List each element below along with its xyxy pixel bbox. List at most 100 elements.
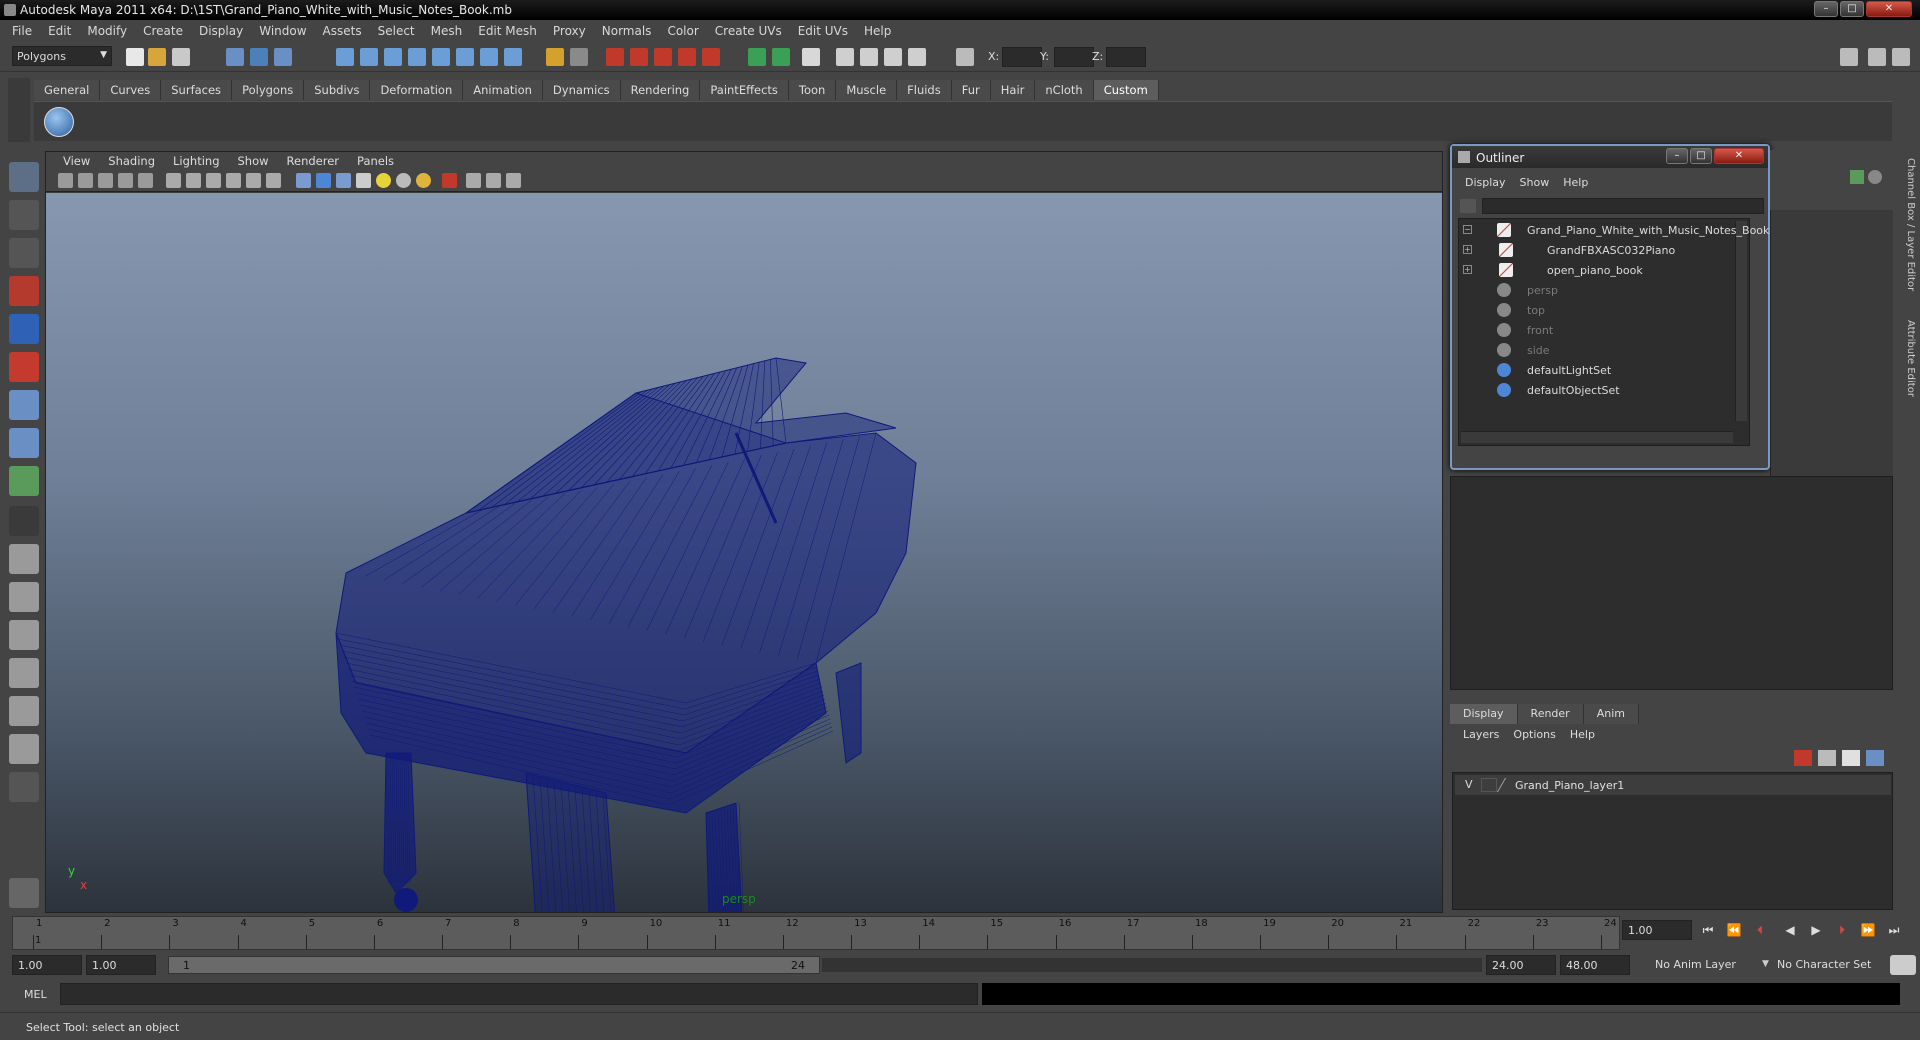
menu-assets[interactable]: Assets: [315, 24, 370, 38]
single-pane-layout-icon[interactable]: [9, 544, 39, 574]
shadows-icon[interactable]: [416, 173, 431, 188]
menu-file[interactable]: File: [4, 24, 40, 38]
custom-shelf-check-icon[interactable]: [44, 107, 74, 137]
shelf-tab-polygons[interactable]: Polygons: [232, 80, 305, 100]
panel-layout-icon[interactable]: [1840, 48, 1858, 66]
wireframe-icon[interactable]: [296, 173, 311, 188]
wireframe-on-shaded-icon[interactable]: [336, 173, 351, 188]
image-plane-icon[interactable]: [118, 173, 133, 188]
viewport-canvas[interactable]: persp y x: [46, 193, 1442, 912]
shelf-tab-general[interactable]: General: [34, 80, 101, 100]
menu-select[interactable]: Select: [370, 24, 423, 38]
construction-history-icon[interactable]: [570, 48, 588, 66]
more-layouts-icon[interactable]: [9, 772, 39, 802]
shelf-tab-ncloth[interactable]: nCloth: [1035, 80, 1094, 100]
shelf-tab-toon[interactable]: Toon: [788, 80, 837, 100]
sidebar-toggle-icon[interactable]: [802, 48, 820, 66]
four-pane-layout-icon[interactable]: [9, 582, 39, 612]
snap-live-icon[interactable]: [456, 48, 474, 66]
shelf-tab-fur[interactable]: Fur: [951, 80, 991, 100]
menu-edit-mesh[interactable]: Edit Mesh: [470, 24, 545, 38]
outliner-item[interactable]: − Grand_Piano_White_with_Music_Notes_Book: [1459, 221, 1769, 239]
outliner-close-button[interactable]: ✕: [1714, 148, 1764, 164]
outliner-item[interactable]: defaultLightSet: [1459, 361, 1749, 379]
save-scene-icon[interactable]: [172, 48, 190, 66]
menu-create[interactable]: Create: [135, 24, 191, 38]
attribute-editor-tab[interactable]: Attribute Editor: [1898, 320, 1916, 397]
layer-tab-anim[interactable]: Anim: [1583, 704, 1639, 724]
shelf-tab-muscle[interactable]: Muscle: [836, 80, 898, 100]
outliner-menu-display[interactable]: Display: [1458, 176, 1513, 189]
animation-start-input[interactable]: 1.00: [12, 955, 82, 975]
menu-set-selector[interactable]: Polygons ▼: [12, 46, 112, 66]
layer-menu-help[interactable]: Help: [1563, 728, 1602, 741]
play-backwards-icon[interactable]: ◀: [1782, 923, 1798, 939]
last-tool-icon[interactable]: [9, 466, 39, 496]
outliner-title-bar[interactable]: Outliner – □ ✕: [1452, 146, 1768, 168]
expand-icon[interactable]: +: [1463, 265, 1472, 274]
outliner-window[interactable]: Outliner – □ ✕ Display Show Help − Grand_…: [1450, 144, 1770, 470]
maximize-button[interactable]: □: [1840, 1, 1864, 17]
animation-end-input[interactable]: 48.00: [1560, 955, 1630, 975]
lock-icon[interactable]: [546, 48, 564, 66]
film-gate-icon[interactable]: [166, 173, 181, 188]
snap-curve-icon[interactable]: [360, 48, 378, 66]
viewport-renderer-icon[interactable]: [506, 173, 521, 188]
menu-mesh[interactable]: Mesh: [423, 24, 471, 38]
channel-box-toggle-icon[interactable]: [836, 48, 854, 66]
channel-box-layer-editor-tab[interactable]: Channel Box / Layer Editor: [1898, 158, 1916, 291]
menu-edit[interactable]: Edit: [40, 24, 79, 38]
snap-point-icon[interactable]: [384, 48, 402, 66]
layer-move-down-icon[interactable]: [1866, 750, 1884, 766]
outliner-tree[interactable]: − Grand_Piano_White_with_Music_Notes_Book…: [1458, 218, 1769, 446]
shelf-tab-painteffects[interactable]: PaintEffects: [700, 80, 789, 100]
resolution-gate-icon[interactable]: [186, 173, 201, 188]
viewport-menu-renderer[interactable]: Renderer: [278, 154, 349, 168]
gate-mask-icon[interactable]: [206, 173, 221, 188]
absolute-transform-icon[interactable]: [772, 48, 790, 66]
outliner-menu-help[interactable]: Help: [1556, 176, 1595, 189]
select-tool-icon[interactable]: [9, 162, 39, 192]
command-input[interactable]: [60, 983, 978, 1005]
render-view-icon[interactable]: [702, 48, 720, 66]
history-icon[interactable]: [480, 48, 498, 66]
outliner-layout-icon[interactable]: [9, 620, 39, 650]
go-to-start-icon[interactable]: ⏮: [1700, 923, 1716, 939]
shelf-tab-hair[interactable]: Hair: [990, 80, 1036, 100]
manipulator-tool-icon[interactable]: [9, 390, 39, 420]
layer-options-icon[interactable]: [1868, 170, 1882, 184]
character-set-selector[interactable]: No Character Set: [1772, 955, 1882, 975]
camera-select-icon[interactable]: [58, 173, 73, 188]
command-language-label[interactable]: MEL: [24, 988, 47, 1001]
layer-tab-render[interactable]: Render: [1517, 704, 1584, 724]
filter-icon[interactable]: [1460, 199, 1476, 213]
play-forwards-icon[interactable]: ▶: [1808, 923, 1824, 939]
textured-icon[interactable]: [356, 173, 371, 188]
open-scene-icon[interactable]: [148, 48, 166, 66]
camera-attributes-icon[interactable]: [78, 173, 93, 188]
outliner-item[interactable]: top: [1459, 301, 1749, 319]
help-icon[interactable]: [504, 48, 522, 66]
outliner-item[interactable]: front: [1459, 321, 1749, 339]
shelf-menu-handle[interactable]: [8, 78, 30, 142]
dope-sheet-layout-icon[interactable]: [9, 734, 39, 764]
menu-color[interactable]: Color: [659, 24, 706, 38]
time-slider[interactable]: 1 2 3 4 5 6 7 8 9 10 11 12 13 14 15 16 17 18 19 20 21 22 23 24 …: [12, 916, 1620, 950]
channel-box-icon[interactable]: [1850, 170, 1864, 184]
outliner-item[interactable]: persp: [1459, 281, 1749, 299]
expand-icon[interactable]: +: [1463, 245, 1472, 254]
menu-modify[interactable]: Modify: [79, 24, 135, 38]
safe-title-icon[interactable]: [266, 173, 281, 188]
menu-display[interactable]: Display: [191, 24, 251, 38]
outliner-item[interactable]: defaultObjectSet: [1459, 381, 1749, 399]
layer-visibility-toggle[interactable]: V: [1465, 778, 1473, 791]
attribute-editor-icon[interactable]: [1892, 48, 1910, 66]
snap-surface-icon[interactable]: [432, 48, 450, 66]
graph-layout-icon[interactable]: [9, 658, 39, 688]
outliner-menu-show[interactable]: Show: [1513, 176, 1557, 189]
default-light-icon[interactable]: [376, 173, 391, 188]
safe-action-icon[interactable]: [246, 173, 261, 188]
xray-joints-icon[interactable]: [486, 173, 501, 188]
layer-menu-options[interactable]: Options: [1506, 728, 1562, 741]
step-forward-key-icon[interactable]: ⏩: [1860, 923, 1876, 939]
